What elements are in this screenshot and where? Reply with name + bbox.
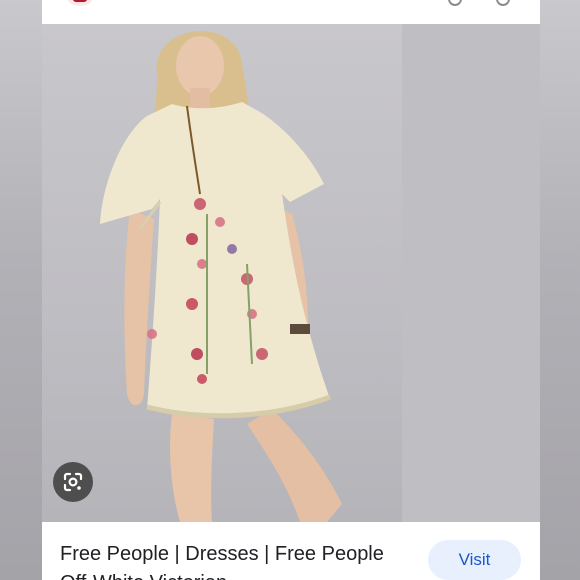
result-caption: Free People | Dresses | Free People Off-… [42, 522, 540, 580]
google-lens-icon [63, 472, 83, 492]
google-lens-button[interactable] [53, 462, 93, 502]
result-title[interactable]: Free People | Dresses | Free People Off-… [60, 540, 405, 580]
image-side-panel [402, 24, 540, 522]
card-top-bar [42, 0, 540, 25]
top-actions [448, 0, 510, 6]
image-result-card: Free People | Dresses | Free People Off-… [42, 0, 540, 580]
visit-button[interactable]: Visit [428, 540, 521, 580]
share-icon[interactable] [448, 0, 462, 6]
source-logo-icon[interactable] [66, 0, 94, 6]
bookmark-icon[interactable] [496, 0, 510, 6]
dress-model-illustration [100, 31, 342, 522]
background-right [540, 0, 580, 580]
background-left [0, 0, 42, 580]
product-image[interactable] [42, 24, 402, 522]
